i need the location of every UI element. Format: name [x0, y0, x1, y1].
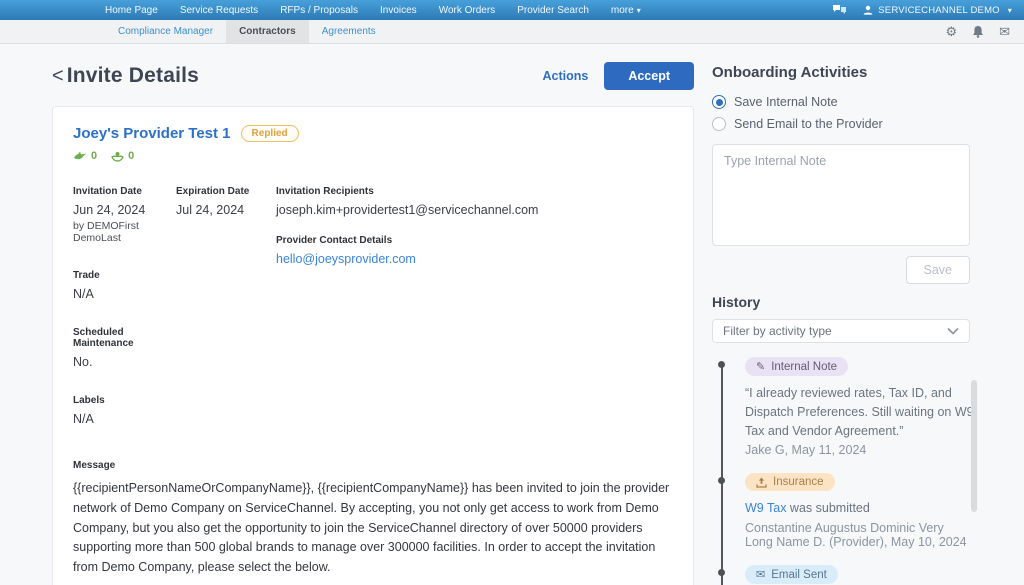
- history-item-email-sent: Email Sent “Hi Provider, I’d like to rem…: [745, 565, 970, 585]
- save-button[interactable]: Save: [906, 256, 971, 284]
- radio-button[interactable]: [712, 117, 726, 131]
- nav-provider-search[interactable]: Provider Search: [517, 5, 589, 16]
- dove-icon: [73, 150, 87, 162]
- trade-value: N/A: [73, 287, 176, 301]
- history-note-text: “I already reviewed rates, Tax ID, and D…: [745, 384, 977, 440]
- internal-note-badge: Internal Note: [745, 357, 848, 376]
- tab-agreements[interactable]: Agreements: [309, 20, 389, 43]
- message-label: Message: [73, 460, 673, 471]
- tab-contractors[interactable]: Contractors: [226, 20, 309, 43]
- w9-tax-link[interactable]: W9 Tax: [745, 501, 786, 515]
- timeline-dot: [718, 361, 725, 368]
- timeline-dot: [718, 569, 725, 576]
- settings-gear-icon[interactable]: [945, 24, 957, 40]
- nav-more-menu[interactable]: more: [611, 5, 641, 16]
- activity-filter-dropdown[interactable]: Filter by activity type: [712, 319, 970, 343]
- top-navigation-bar: Home Page Service Requests RFPs / Propos…: [0, 0, 1024, 20]
- actions-button[interactable]: Actions: [542, 69, 588, 83]
- sub-navigation-bar: Compliance Manager Contractors Agreement…: [0, 20, 1024, 44]
- internal-note-input[interactable]: [712, 144, 970, 246]
- counter-dove: 0: [73, 150, 97, 162]
- nav-rfps-proposals[interactable]: RFPs / Proposals: [280, 5, 358, 16]
- dove-count: 0: [91, 150, 97, 162]
- diversity-icon: [111, 150, 124, 162]
- user-menu[interactable]: SERVICECHANNEL DEMO: [863, 5, 1012, 16]
- expiration-date-value: Jul 24, 2024: [176, 203, 276, 217]
- timeline-dot: [718, 477, 725, 484]
- messages-envelope-icon[interactable]: [999, 24, 1010, 40]
- pencil-icon: [756, 360, 765, 373]
- history-item-insurance: Insurance W9 Tax was submitted Constanti…: [745, 473, 970, 549]
- back-chevron-icon[interactable]: <: [52, 66, 64, 86]
- counter-diversity: 0: [111, 150, 134, 162]
- envelope-icon: [756, 568, 765, 581]
- notifications-bell-icon[interactable]: [972, 25, 984, 38]
- chat-icon[interactable]: [832, 4, 847, 16]
- insurance-body-text: was submitted: [786, 501, 869, 515]
- email-sent-badge: Email Sent: [745, 565, 838, 584]
- history-note-meta: Jake G, May 11, 2024: [745, 443, 970, 457]
- invitation-date-value: Jun 24, 2024: [73, 203, 176, 217]
- message-text: {{recipientPersonNameOrCompanyName}}, {{…: [73, 479, 673, 578]
- labels-label: Labels: [73, 395, 176, 406]
- trade-label: Trade: [73, 270, 176, 281]
- labels-value: N/A: [73, 412, 176, 426]
- provider-contact-email-link[interactable]: hello@joeysprovider.com: [276, 252, 416, 266]
- recipients-label: Invitation Recipients: [276, 186, 673, 197]
- radio-save-internal-note[interactable]: Save Internal Note: [712, 95, 970, 109]
- provider-contact-label: Provider Contact Details: [276, 235, 673, 246]
- fields-column-2: Expiration Date Jul 24, 2024: [176, 186, 276, 452]
- recipients-value: joseph.kim+providertest1@servicechannel.…: [276, 203, 673, 217]
- nav-service-requests[interactable]: Service Requests: [180, 5, 258, 16]
- insurance-badge: Insurance: [745, 473, 835, 491]
- accept-button[interactable]: Accept: [604, 62, 694, 90]
- history-scrollbar[interactable]: [971, 380, 977, 512]
- radio-button-selected[interactable]: [712, 95, 726, 109]
- history-insurance-meta: Constantine Augustus Dominic Very Long N…: [745, 521, 970, 549]
- invite-details-card: Joey's Provider Test 1 Replied 0 0: [52, 106, 694, 585]
- panel-title: Onboarding Activities: [712, 64, 970, 81]
- fields-column-1: Invitation Date Jun 24, 2024 by DEMOFirs…: [73, 186, 176, 452]
- scheduled-maintenance-value: No.: [73, 355, 176, 369]
- nav-work-orders[interactable]: Work Orders: [439, 5, 496, 16]
- page-header: < Invite Details Actions Accept: [52, 62, 694, 90]
- chevron-down-icon: [947, 327, 959, 335]
- tab-compliance-manager[interactable]: Compliance Manager: [105, 20, 226, 43]
- nav-invoices[interactable]: Invoices: [380, 5, 417, 16]
- history-title: History: [712, 294, 970, 310]
- history-timeline: Internal Note “I already reviewed rates,…: [712, 357, 970, 585]
- nav-home-page[interactable]: Home Page: [105, 5, 158, 16]
- upload-icon: [756, 477, 767, 488]
- fields-column-3: Invitation Recipients joseph.kim+provide…: [276, 186, 673, 452]
- page-title: Invite Details: [67, 64, 199, 88]
- history-item-internal-note: Internal Note “I already reviewed rates,…: [745, 357, 970, 457]
- onboarding-activities-panel: Onboarding Activities Save Internal Note…: [712, 58, 970, 585]
- invitation-by: by DEMOFirst DemoLast: [73, 220, 176, 244]
- status-badge: Replied: [241, 125, 299, 142]
- radio-send-email[interactable]: Send Email to the Provider: [712, 117, 970, 131]
- diversity-count: 0: [128, 150, 134, 162]
- invitation-date-label: Invitation Date: [73, 186, 176, 197]
- expiration-date-label: Expiration Date: [176, 186, 276, 197]
- user-name: SERVICECHANNEL DEMO: [878, 5, 1000, 16]
- top-nav-links: Home Page Service Requests RFPs / Propos…: [105, 5, 641, 16]
- scheduled-maintenance-label: Scheduled Maintenance: [73, 327, 176, 349]
- provider-name-link[interactable]: Joey's Provider Test 1: [73, 125, 231, 142]
- person-icon: [863, 5, 873, 15]
